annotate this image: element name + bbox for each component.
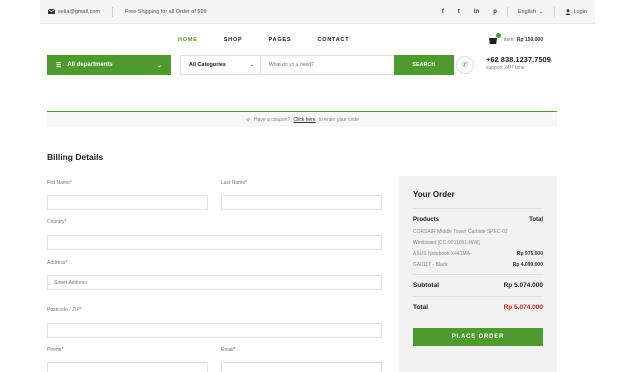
divider [506,6,508,17]
last-name-field[interactable] [221,195,382,210]
nav-home[interactable]: HOME [178,37,198,43]
departments-label: All departments [67,62,113,68]
twitter-icon[interactable]: t [458,9,460,15]
total-label: Total [413,304,429,311]
category-label: All Categories [189,62,226,68]
email-label: Email* [221,347,236,353]
email-text: sella@gmail.com [58,8,100,15]
nav-pages[interactable]: PAGES [269,37,292,43]
category-select[interactable]: All Categories ⌄ [181,56,261,74]
first-name-field[interactable] [47,195,208,210]
search-bar: All Categories ⌄ SEARCH [180,55,454,75]
contact-email[interactable]: sella@gmail.com [48,9,100,15]
chevron-down-icon: ⌄ [249,62,254,68]
main-nav: HOME SHOP PAGES CONTACT [178,37,349,43]
email-field[interactable] [221,362,382,372]
search-input[interactable] [261,56,394,74]
address-label: Address* [47,260,68,266]
total-value: Rp 5.074.000 [503,304,543,311]
user-icon [564,8,571,15]
phone-label: Phone* [47,347,64,353]
coupon-banner: ✧ Have a coupon? Click here to enter you… [47,111,557,127]
cart-widget[interactable]: item: Rp 150.000 [488,33,543,44]
product-name: ASUS Notebook X441MA- [413,251,472,257]
menu-icon: ☰ [56,62,62,69]
nav-contact[interactable]: CONTACT [317,37,349,43]
bag-icon [488,33,501,44]
order-title: Your Order [413,190,543,209]
all-departments-button[interactable]: ☰ All departments ⌄ [47,55,171,75]
shipping-notice: Free Shipping for all Order of $99 [124,8,207,15]
support-text: support 24/7 time [486,65,525,71]
coupon-text-after: to enter your code [318,116,359,123]
last-name-label: Last Name* [221,180,248,186]
linkedin-icon[interactable]: in [474,9,479,15]
cart-price: Rp 150.000 [516,37,543,43]
pinterest-icon[interactable]: p [493,9,497,15]
language-selector[interactable]: English ⌄ [518,9,544,15]
nav-shop[interactable]: SHOP [224,37,243,43]
product-price: Rp 975.000 [516,251,543,257]
order-item: ASUS Notebook X441MA- Rp 975.000 [413,249,543,260]
language-label: English [517,8,536,15]
topbar-right: f t in p English ⌄ Login [442,6,587,17]
cart-count-badge [496,33,501,38]
envelope-icon [48,9,55,14]
coupon-link[interactable]: Click here [293,117,315,123]
phone-contact: +62 838.1237.7509 support 24/7 time [486,55,551,71]
phone-icon: ✆ [456,56,474,74]
product-name-line2: Windowed [CC-9011051-WW] [413,240,480,246]
divider [111,6,113,17]
order-header-row: Products Total [413,217,543,223]
top-bar: sella@gmail.com Free Shipping for all Or… [40,0,595,24]
chevron-down-icon: ⌄ [156,62,162,69]
subtotal-label: Subtotal [413,282,439,289]
product-price: Rp 4.099.000 [512,262,543,268]
order-item: GA011T - Black Rp 4.099.000 [413,260,543,271]
divider [553,6,555,17]
postcode-label: Postcode / ZIP* [47,307,82,313]
facebook-icon[interactable]: f [442,9,444,15]
coupon-text: Have a coupon? [253,116,291,123]
chevron-down-icon: ⌄ [538,8,544,15]
search-button[interactable]: SEARCH [394,55,454,75]
total-row: Total Rp 5.074.000 [413,296,543,318]
product-name: GA011T - Black [413,262,448,268]
country-label: Country* [47,219,67,225]
phone-number: +62 838.1237.7509 [486,55,551,64]
products-header: Products [413,217,440,223]
order-summary: Your Order Products Total CORSAIR Middle… [399,176,557,372]
login-link[interactable]: Login [564,8,587,15]
postcode-field[interactable] [47,323,382,338]
cart-label: item: [504,37,515,43]
street-address-field[interactable] [47,275,382,290]
country-field[interactable] [47,235,382,250]
place-order-button[interactable]: PLACE ORDER [413,328,543,346]
first-name-label: Fist Name* [47,180,72,186]
billing-title: Billing Details [47,152,104,162]
total-header: Total [529,217,543,223]
login-label: Login [573,8,587,15]
tag-icon: ✧ [245,116,251,124]
phone-field[interactable] [47,362,208,372]
subtotal-value: Rp 5.074.000 [503,282,543,289]
order-item: CORSAIR Middle Tower Carbide SPEC-02 Win… [413,227,543,249]
subtotal-row: Subtotal Rp 5.074.000 [413,274,543,296]
product-name-line1: CORSAIR Middle Tower Carbide SPEC-02 [413,229,508,235]
